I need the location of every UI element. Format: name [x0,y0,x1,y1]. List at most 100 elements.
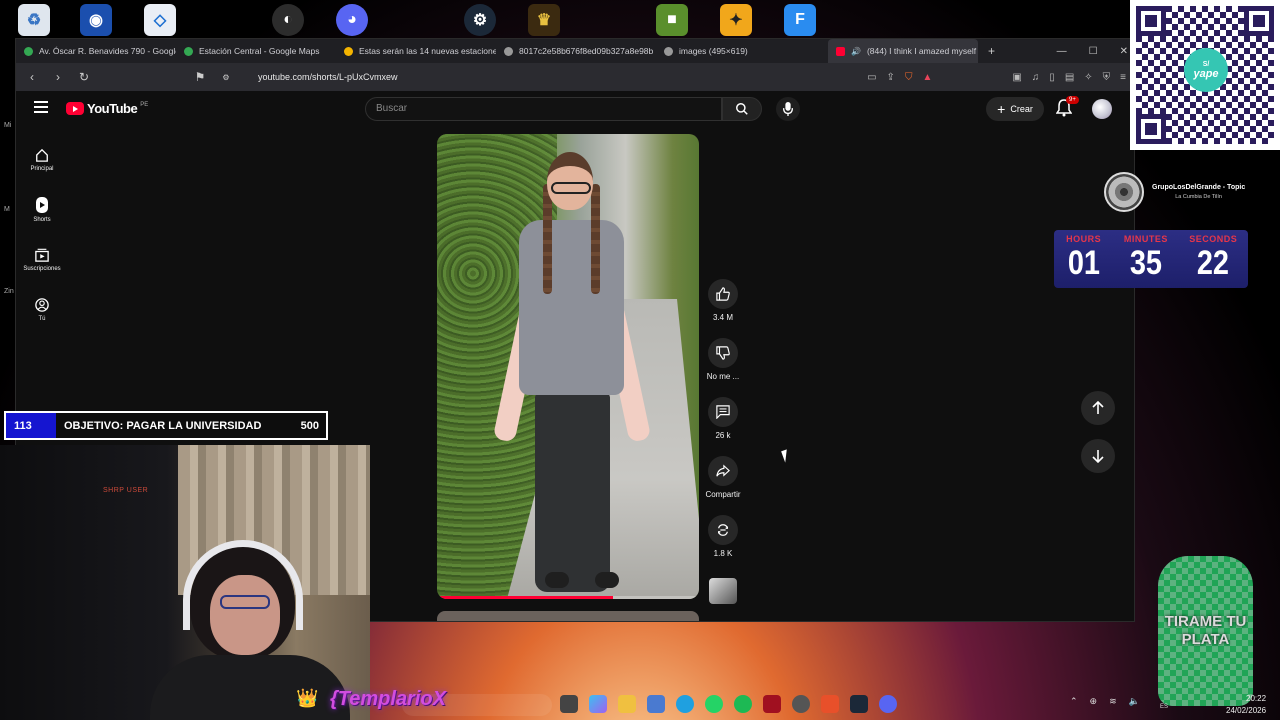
ai-icon[interactable]: ✧ [1084,72,1092,83]
chevron-up-icon[interactable]: ⌃ [1070,696,1078,707]
search-button[interactable] [722,97,762,121]
url-field[interactable]: youtube.com/shorts/L-pUxCvmxew [258,72,398,82]
wifi-icon[interactable]: ≋ [1109,696,1117,707]
app-f-icon[interactable]: F [784,4,816,36]
reload-icon[interactable]: ↻ [76,70,92,84]
wallet-icon[interactable]: ▤ [1065,72,1074,83]
sidebar-item-principal[interactable]: Principal [16,135,68,185]
goal-current: 113 [6,413,56,438]
goal-text: OBJETIVO: PAGAR LA UNIVERSIDAD [64,419,262,432]
arrow-up-icon [1092,401,1104,414]
browser-tab[interactable]: 8017c2e58b676f8ed09b327a8e98b [496,39,656,63]
music-subtitle: La Cumbia De Tilín [1175,194,1222,200]
close-window-icon[interactable]: ✕ [1120,46,1128,57]
video-braid [543,184,552,294]
browser-tab[interactable]: Av. Óscar R. Benavides 790 - Google [16,39,176,63]
maximize-icon[interactable]: ☐ [1089,46,1098,57]
language-indicator[interactable]: ES [1160,704,1168,710]
video-head [547,152,593,210]
network-icon[interactable]: ⊕ [1090,696,1098,707]
short-video-player[interactable] [437,134,699,599]
video-progress-bar[interactable] [437,596,699,599]
remix-button[interactable] [708,515,738,545]
create-label: Crear [1010,104,1033,114]
goal-bar: 113 OBJETIVO: PAGAR LA UNIVERSIDAD 500 [4,411,328,440]
address-bar: ‹ › ↻ ⚑ ⚙ youtube.com/shorts/L-pUxCvmxew… [16,63,1134,91]
create-button[interactable]: + Crear [986,97,1044,121]
video-progress-fill [437,596,613,599]
steam-icon[interactable] [850,695,868,713]
voice-search-button[interactable] [776,97,800,121]
steam-icon[interactable]: ⚙ [464,4,496,36]
game-icon[interactable]: ♛ [528,4,560,36]
file-explorer-icon[interactable] [618,695,636,713]
share-button[interactable] [708,456,738,486]
brave-shield-icon[interactable]: ⛉ [905,72,913,83]
search-input[interactable]: Buscar [365,97,722,121]
edge-icon[interactable] [676,695,694,713]
sidebar-item-tu[interactable]: Tú [16,285,68,335]
next-short-button[interactable] [1081,439,1115,473]
back-icon[interactable]: ‹ [24,70,40,84]
copilot-icon[interactable] [589,695,607,713]
sidebar-item-suscripciones[interactable]: Suscripciones [16,235,68,285]
comments-button[interactable] [708,397,738,427]
youtube-logo[interactable]: YouTube PE [66,101,148,116]
menu-icon[interactable] [34,101,48,113]
qr-finder [1136,6,1166,36]
task-view-icon[interactable] [560,695,578,713]
counter-strike-icon[interactable]: ✦ [720,4,752,36]
browser-tab[interactable]: images (495×619) [656,39,816,63]
app-red-icon[interactable] [763,695,781,713]
sidebar: Principal Shorts Suscripciones Tú [16,135,68,335]
obs-icon[interactable] [792,695,810,713]
obs-icon[interactable]: ◐ [272,4,304,36]
sidebar-item-shorts[interactable]: Shorts [16,185,68,235]
site-info-icon[interactable]: ⚙ [218,73,234,82]
menu-icon[interactable]: ≡ [1120,72,1126,83]
timer-seconds: 22 [1197,244,1230,282]
browser-tab[interactable]: Estas serán las 14 nuevas estacione [336,39,496,63]
sidebar-icon[interactable]: ▯ [1049,72,1055,83]
dislike-button[interactable] [708,338,738,368]
forward-icon[interactable]: › [50,70,66,84]
comments-action: 26 k [702,397,744,456]
arrow-down-icon [1092,450,1104,463]
next-video-preview[interactable] [437,611,699,621]
countdown-timer: HOURS 01 MINUTES 35 SECONDS 22 [1054,230,1248,288]
speaker-icon[interactable]: 🔊 [851,47,861,56]
minecraft-icon[interactable]: ■ [656,4,688,36]
volume-icon[interactable]: 🔈 [1129,696,1140,707]
app-icon[interactable]: ◉ [80,4,112,36]
tab-title: Estas serán las 14 nuevas estacione [359,46,496,56]
minimize-icon[interactable]: — [1057,46,1067,57]
spotify-icon[interactable] [734,695,752,713]
store-icon[interactable] [647,695,665,713]
share-icon[interactable]: ⇪ [887,72,895,83]
discord-icon[interactable]: ◕ [336,4,368,36]
taskbar: ⌃ ⊕ ≋ 🔈 20:22 24/02/2026 [0,690,1280,720]
browser-toolbar-icons: ▭ ⇪ ⛉ ▲ ▣ ♫ ▯ ▤ ✧ ⛨ ≡ [867,63,1126,91]
recycle-bin-icon[interactable]: ♻ [18,4,50,36]
discord-icon[interactable] [879,695,897,713]
brave-icon[interactable] [821,695,839,713]
brave-rewards-icon[interactable]: ▲ [922,72,932,83]
bookmark-icon[interactable]: ⚑ [192,70,208,84]
vpn-icon[interactable]: ⛨ [1103,72,1111,83]
tab-title: (844) I think I amazed myself [866,46,977,56]
browser-tab-active[interactable]: 🔊(844) I think I amazed myself✕ [828,39,978,63]
tab-title: Av. Óscar R. Benavides 790 - Google [39,46,176,56]
previous-short-button[interactable] [1081,391,1115,425]
like-button[interactable] [708,279,738,309]
clock[interactable]: 20:22 24/02/2026 [1226,693,1266,717]
music-icon[interactable]: ♫ [1032,72,1040,83]
cast-icon[interactable]: ▭ [867,72,876,83]
whatsapp-icon[interactable] [705,695,723,713]
app-diamond-icon[interactable]: ◇ [144,4,176,36]
browser-tab[interactable]: Estación Central - Google Maps [176,39,336,63]
new-tab-icon[interactable]: + [988,44,995,58]
avatar[interactable] [1092,99,1112,119]
extension-icon[interactable]: ▣ [1012,72,1021,83]
timer-hours: 01 [1067,244,1100,282]
sound-thumbnail[interactable] [709,578,737,604]
